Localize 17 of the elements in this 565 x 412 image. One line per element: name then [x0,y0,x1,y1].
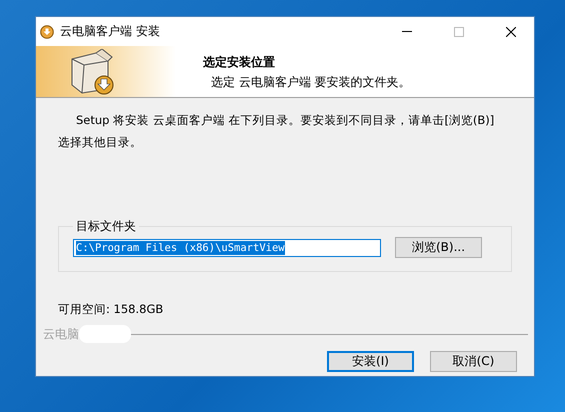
browse-button[interactable]: 浏览(B)... [395,237,482,258]
window-title: 云电脑客户端 安装 [60,23,161,40]
download-icon [40,24,54,38]
cancel-button[interactable]: 取消(C) [430,351,517,372]
redaction-block [79,325,131,343]
header-title: 选定安装位置 [203,54,276,71]
free-space-text: 可用空间: 158.8GB [58,302,164,317]
brand-text: 云电脑 [43,326,79,342]
maximize-icon [454,26,464,36]
minimize-icon [402,31,412,32]
install-button[interactable]: 安装(I) [327,351,414,372]
header-subtitle: 选定 云电脑客户端 要安装的文件夹。 [210,74,411,91]
group-label: 目标文件夹 [75,218,137,235]
close-icon [506,26,516,36]
intro-text: 选择其他目录。 [58,134,143,151]
intro-text: Setup 将安装 云桌面客户端 在下列目录。要安装到不同目录，请单击[浏览(B)] [75,112,496,129]
folder-path-field[interactable]: C:\Program Files (x86)\uSmartView [73,238,381,256]
